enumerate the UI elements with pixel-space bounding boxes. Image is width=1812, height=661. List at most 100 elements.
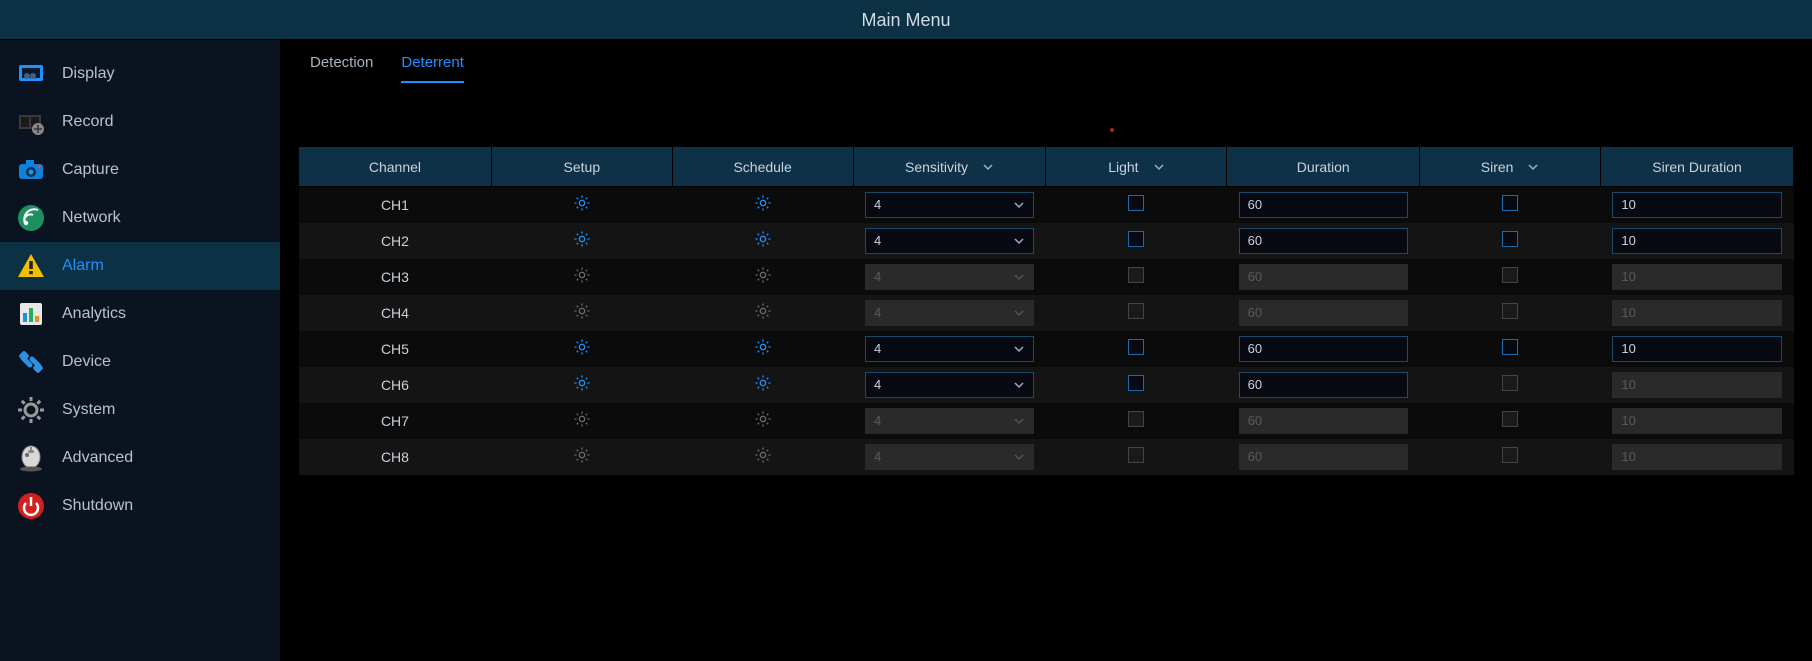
tab-deterrent[interactable]: Deterrent [401, 54, 464, 83]
sidebar-item-label: Analytics [62, 305, 126, 323]
sidebar-item-label: Record [62, 113, 114, 131]
light-checkbox [1128, 303, 1144, 319]
setup-gear-icon[interactable] [572, 337, 592, 357]
sidebar-item-shutdown[interactable]: Shutdown [0, 482, 280, 530]
duration-input[interactable]: 60 [1239, 336, 1408, 362]
sidebar-item-system[interactable]: System [0, 386, 280, 434]
schedule-gear-icon[interactable] [753, 301, 773, 321]
col-siren-label: Siren [1481, 159, 1514, 175]
sidebar: Display Record Capture Network Alarm Analytic… [0, 40, 280, 661]
tab-detection[interactable]: Detection [310, 54, 373, 81]
sensitivity-select: 4 [865, 300, 1034, 326]
network-icon [14, 201, 48, 235]
chevron-down-icon [1013, 235, 1025, 247]
sidebar-item-network[interactable]: Network [0, 194, 280, 242]
sidebar-item-device[interactable]: Device [0, 338, 280, 386]
siren-duration-input[interactable]: 10 [1612, 336, 1781, 362]
siren-checkbox[interactable] [1502, 339, 1518, 355]
siren-checkbox [1502, 447, 1518, 463]
sidebar-item-alarm[interactable]: Alarm [0, 242, 280, 290]
siren-checkbox [1502, 303, 1518, 319]
channel-label: CH5 [299, 331, 492, 367]
sidebar-item-label: Network [62, 209, 121, 227]
setup-gear-icon[interactable] [572, 373, 592, 393]
sidebar-item-capture[interactable]: Capture [0, 146, 280, 194]
chevron-down-icon [1013, 343, 1025, 355]
sensitivity-select[interactable]: 4 [865, 336, 1034, 362]
schedule-gear-icon[interactable] [753, 409, 773, 429]
sidebar-item-display[interactable]: Display [0, 50, 280, 98]
siren-checkbox [1502, 411, 1518, 427]
channel-label: CH7 [299, 403, 492, 439]
sidebar-item-analytics[interactable]: Analytics [0, 290, 280, 338]
capture-icon [14, 153, 48, 187]
col-sensitivity-label: Sensitivity [905, 159, 968, 175]
sidebar-item-advanced[interactable]: Advanced [0, 434, 280, 482]
col-siren-duration: Siren Duration [1601, 147, 1794, 187]
chevron-down-icon [1013, 415, 1025, 427]
table-row: CH7 4 60 10 [299, 403, 1794, 439]
light-checkbox[interactable] [1128, 195, 1144, 211]
schedule-gear-icon[interactable] [753, 373, 773, 393]
sidebar-item-label: Capture [62, 161, 119, 179]
duration-input[interactable]: 60 [1239, 228, 1408, 254]
system-icon [14, 393, 48, 427]
siren-duration-input: 10 [1612, 372, 1781, 398]
light-checkbox [1128, 447, 1144, 463]
col-light[interactable]: Light [1046, 147, 1227, 187]
schedule-gear-icon[interactable] [753, 445, 773, 465]
record-icon [14, 105, 48, 139]
table-row: CH646010 [299, 367, 1794, 403]
light-checkbox[interactable] [1128, 339, 1144, 355]
main-panel: Detection Deterrent Channel Setup Schedul… [280, 40, 1812, 661]
sensitivity-select[interactable]: 4 [865, 192, 1034, 218]
siren-checkbox [1502, 267, 1518, 283]
setup-gear-icon[interactable] [572, 301, 592, 321]
duration-input[interactable]: 60 [1239, 372, 1408, 398]
col-sensitivity[interactable]: Sensitivity [853, 147, 1046, 187]
siren-duration-input[interactable]: 10 [1612, 192, 1781, 218]
siren-duration-input[interactable]: 10 [1612, 228, 1781, 254]
setup-gear-icon[interactable] [572, 229, 592, 249]
siren-checkbox[interactable] [1502, 195, 1518, 211]
siren-duration-input: 10 [1612, 444, 1781, 470]
siren-duration-input: 10 [1612, 408, 1781, 434]
setup-gear-icon[interactable] [572, 445, 592, 465]
schedule-gear-icon[interactable] [753, 193, 773, 213]
display-icon [14, 57, 48, 91]
duration-input: 60 [1239, 300, 1408, 326]
schedule-gear-icon[interactable] [753, 265, 773, 285]
deterrent-table: Channel Setup Schedule Sensitivity Light [298, 146, 1794, 475]
sidebar-item-record[interactable]: Record [0, 98, 280, 146]
channel-label: CH2 [299, 223, 492, 259]
channel-label: CH8 [299, 439, 492, 475]
sensitivity-select[interactable]: 4 [865, 228, 1034, 254]
page-title: Main Menu [0, 0, 1812, 40]
duration-input[interactable]: 60 [1239, 192, 1408, 218]
duration-input: 60 [1239, 408, 1408, 434]
chevron-down-icon [1153, 161, 1165, 173]
siren-checkbox [1502, 375, 1518, 391]
schedule-gear-icon[interactable] [753, 229, 773, 249]
sidebar-item-label: Display [62, 65, 114, 83]
setup-gear-icon[interactable] [572, 265, 592, 285]
duration-input: 60 [1239, 264, 1408, 290]
setup-gear-icon[interactable] [572, 409, 592, 429]
sensitivity-select: 4 [865, 444, 1034, 470]
siren-duration-input: 10 [1612, 300, 1781, 326]
setup-gear-icon[interactable] [572, 193, 592, 213]
col-light-label: Light [1108, 159, 1138, 175]
col-siren[interactable]: Siren [1420, 147, 1601, 187]
chevron-down-icon [1013, 451, 1025, 463]
light-checkbox [1128, 267, 1144, 283]
light-checkbox[interactable] [1128, 231, 1144, 247]
schedule-gear-icon[interactable] [753, 337, 773, 357]
channel-label: CH1 [299, 187, 492, 223]
siren-checkbox[interactable] [1502, 231, 1518, 247]
light-checkbox[interactable] [1128, 375, 1144, 391]
col-duration: Duration [1227, 147, 1420, 187]
sensitivity-select[interactable]: 4 [865, 372, 1034, 398]
sensitivity-select: 4 [865, 408, 1034, 434]
siren-duration-input: 10 [1612, 264, 1781, 290]
device-icon [14, 345, 48, 379]
